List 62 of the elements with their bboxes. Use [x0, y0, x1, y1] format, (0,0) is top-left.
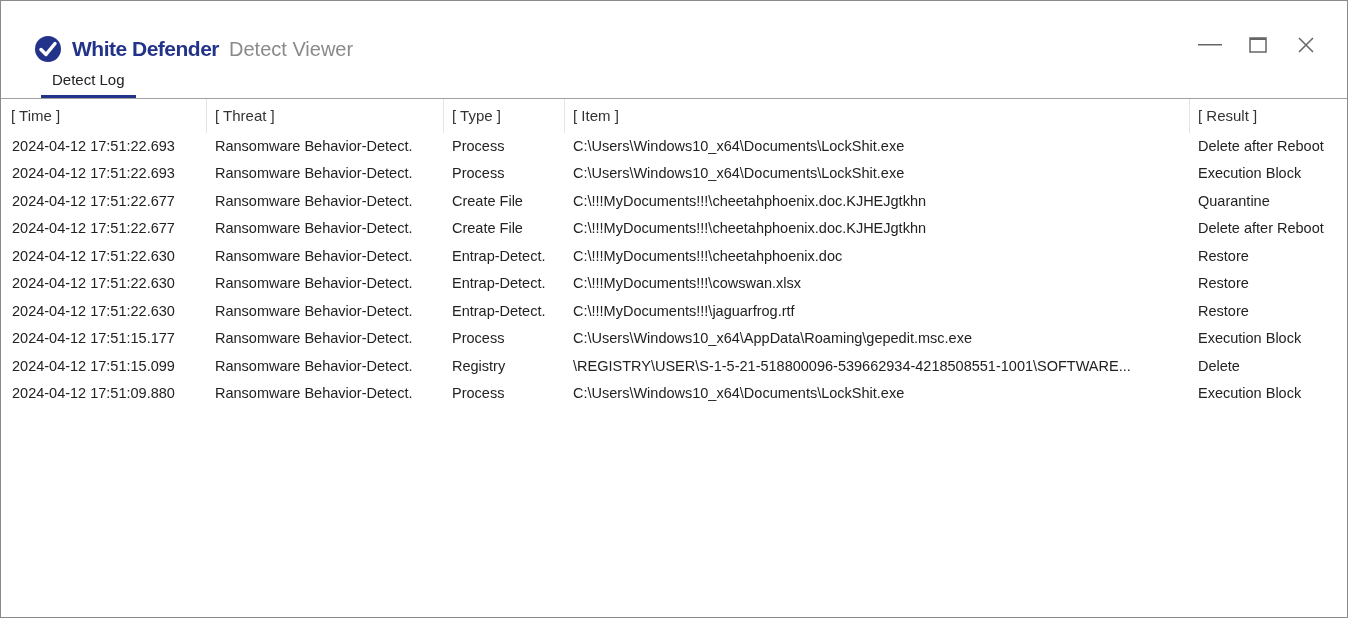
tab[interactable]: Detect Log	[41, 68, 136, 98]
table-cell-text: Process	[451, 329, 506, 349]
column-header[interactable]: [ Threat ]	[206, 99, 443, 133]
table-cell-text: Process	[451, 164, 506, 184]
table-cell-text: Ransomware Behavior-Detect.	[214, 274, 414, 294]
table-cell-text: 2024-04-12 17:51:22.630	[11, 246, 176, 266]
table-cell-text: Registry	[451, 356, 507, 376]
table-cell-text: Ransomware Behavior-Detect.	[214, 246, 414, 266]
table-cell-text: 2024-04-12 17:51:15.099	[11, 356, 176, 376]
table-cell-text: 2024-04-12 17:51:22.677	[11, 219, 176, 239]
column-header[interactable]: [ Time ]	[3, 99, 206, 133]
table-cell-text: C:\Users\Windows10_x64\Documents\LockShit.exe	[572, 136, 906, 156]
table-cell-text: Ransomware Behavior-Detect.	[214, 164, 414, 184]
column-header[interactable]: [ Result ]	[1189, 99, 1347, 133]
table-cell-text: C:\!!!MyDocuments!!!\cheetahphoenix.doc.KJHEJgtkhn	[572, 219, 927, 239]
table-cell-text: Ransomware Behavior-Detect.	[214, 136, 414, 156]
table-cell-text: 2024-04-12 17:51:15.177	[11, 329, 176, 349]
table-cell-text: Execution Block	[1197, 329, 1303, 349]
table-cell-text: Process	[451, 136, 506, 156]
table-cell-text: Create File	[451, 191, 524, 211]
maximize-icon	[1249, 37, 1267, 53]
table-cell-text: Restore	[1197, 301, 1250, 321]
table-cell-text: Execution Block	[1197, 384, 1303, 404]
table-cell-text: Ransomware Behavior-Detect.	[214, 384, 414, 404]
table-cell-text: Entrap-Detect.	[451, 274, 547, 294]
table-cell-text: C:\!!!MyDocuments!!!\cheetahphoenix.doc	[572, 246, 844, 266]
table-cell-text: C:\Users\Windows10_x64\Documents\LockShit.exe	[572, 164, 906, 184]
checkmark-logo-icon	[34, 34, 62, 63]
table-cell-text: Create File	[451, 219, 524, 239]
column-header[interactable]: [ Item ]	[564, 99, 1189, 133]
brand-name: White Defender	[72, 36, 219, 62]
table-cell-text: C:\Users\Windows10_x64\Documents\LockShit.exe	[572, 384, 906, 404]
table-cell-text: C:\!!!MyDocuments!!!\jaguarfrog.rtf	[572, 301, 796, 321]
table-cell-text: 2024-04-12 17:51:22.677	[11, 191, 176, 211]
table-cell-text: 2024-04-12 17:51:22.693	[11, 136, 176, 156]
table-cell-text: Delete after Reboot	[1197, 136, 1325, 156]
table-cell-text: Delete	[1197, 356, 1241, 376]
table-cell-text: Ransomware Behavior-Detect.	[214, 329, 414, 349]
minimize-icon	[1198, 43, 1222, 47]
table-cell-text: Entrap-Detect.	[451, 246, 547, 266]
table-cell-text: Quarantine	[1197, 191, 1271, 211]
table-cell-text: C:\Users\Windows10_x64\AppData\Roaming\gepedit.msc.exe	[572, 329, 973, 349]
table-cell-text: Ransomware Behavior-Detect.	[214, 219, 414, 239]
table-cell-text: Delete after Reboot	[1197, 219, 1325, 239]
table-cell-text: Ransomware Behavior-Detect.	[214, 191, 414, 211]
table-cell-text: Entrap-Detect.	[451, 301, 547, 321]
table-cell-text: C:\!!!MyDocuments!!!\cowswan.xlsx	[572, 274, 803, 294]
table-cell-text: Restore	[1197, 274, 1250, 294]
table-cell-text: 2024-04-12 17:51:09.880	[11, 384, 176, 404]
window-title: Detect Viewer	[229, 36, 354, 62]
table-cell-text: Process	[451, 384, 506, 404]
close-icon	[1297, 36, 1315, 54]
table-cell-text: 2024-04-12 17:51:22.630	[11, 301, 176, 321]
table-cell-text: Execution Block	[1197, 164, 1303, 184]
table-cell-text: Ransomware Behavior-Detect.	[214, 356, 414, 376]
table-cell-text: Restore	[1197, 246, 1250, 266]
table-cell-text: C:\!!!MyDocuments!!!\cheetahphoenix.doc.KJHEJgtkhn	[572, 191, 927, 211]
table-cell-text: Ransomware Behavior-Detect.	[214, 301, 414, 321]
table-cell-text: 2024-04-12 17:51:22.630	[11, 274, 176, 294]
column-header[interactable]: [ Type ]	[443, 99, 564, 133]
table-cell-text: \REGISTRY\USER\S-1-5-21-518800096-539662934-4218508551-1001\SOFTWARE...	[572, 356, 1132, 376]
table-cell-text: 2024-04-12 17:51:22.693	[11, 164, 176, 184]
